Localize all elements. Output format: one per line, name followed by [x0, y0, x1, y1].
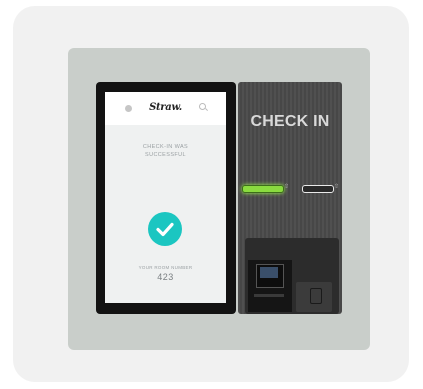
- checkmark-icon: [148, 212, 182, 246]
- checkin-status-message: CHECK-IN WAS SUCCESSFUL: [105, 143, 226, 159]
- brand-logo: Straw.: [149, 102, 182, 113]
- card-reader-icon[interactable]: [242, 185, 284, 193]
- receipt-slot: [254, 294, 284, 297]
- nfc-symbol: ⇧: [334, 184, 340, 190]
- key-card-slot[interactable]: [310, 288, 322, 304]
- touchscreen[interactable]: Straw. CHECK-IN WAS SUCCESSFUL YOUR ROOM…: [105, 92, 226, 303]
- room-number: 423: [157, 272, 174, 282]
- app-header: Straw.: [105, 92, 226, 125]
- status-line-1: CHECK-IN WAS: [142, 144, 189, 150]
- kiosk-title: CHECK IN: [250, 113, 330, 130]
- status-line-2: SUCCESSFUL: [145, 152, 186, 158]
- card-symbol: ⇧: [284, 184, 290, 190]
- nfc-icon[interactable]: [302, 185, 334, 193]
- payment-terminal-screen: [260, 267, 278, 278]
- room-number-label: YOUR ROOM NUMBER: [138, 265, 193, 270]
- search-icon[interactable]: [199, 103, 206, 110]
